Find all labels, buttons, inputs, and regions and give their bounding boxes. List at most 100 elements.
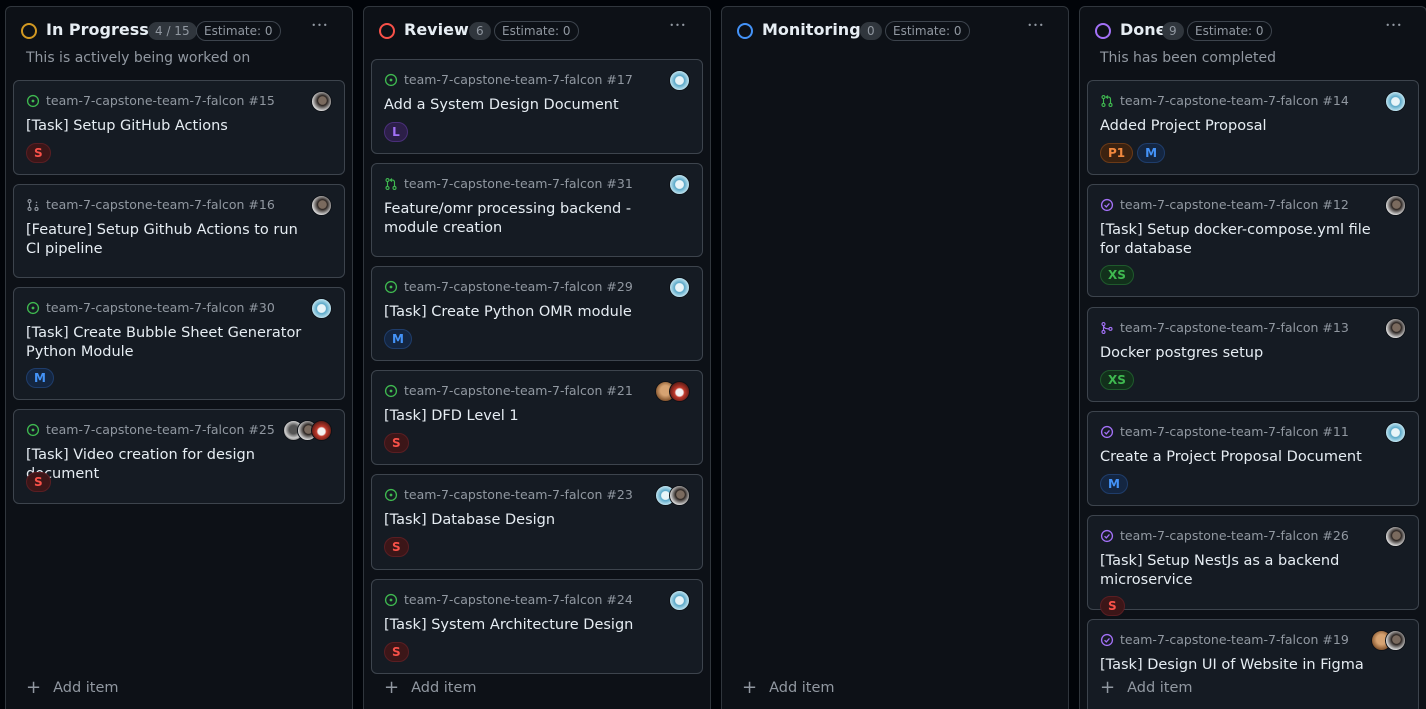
issue-card[interactable]: team-7-capstone-team-7-falcon #25 [Task] … [13, 409, 345, 504]
card-title[interactable]: Docker postgres setup [1100, 344, 1384, 363]
size-label[interactable]: XS [1100, 265, 1134, 285]
column-menu-button[interactable]: ••• [666, 17, 690, 37]
avatar[interactable] [1385, 526, 1406, 547]
card-labels: S [384, 642, 409, 662]
card-title[interactable]: [Task] Setup NestJs as a backend microse… [1100, 552, 1384, 589]
card-title[interactable]: [Task] Design UI of Website in Figma [1100, 656, 1384, 675]
issue-card[interactable]: team-7-capstone-team-7-falcon #30 [Task] … [13, 287, 345, 400]
avatar[interactable] [669, 174, 690, 195]
card-title[interactable]: Feature/omr processing backend - module … [384, 200, 668, 237]
size-label[interactable]: L [384, 122, 408, 142]
issue-card[interactable]: team-7-capstone-team-7-falcon #12 [Task] … [1087, 184, 1419, 297]
size-label[interactable]: S [26, 472, 51, 492]
issue-card[interactable]: team-7-capstone-team-7-falcon #14 Added P… [1087, 80, 1419, 175]
card-title[interactable]: [Task] Setup docker-compose.yml file for… [1100, 221, 1384, 258]
column-title: In Progress [46, 20, 149, 39]
issue-card[interactable]: team-7-capstone-team-7-falcon #16 [Featur… [13, 184, 345, 278]
card-title[interactable]: Create a Project Proposal Document [1100, 448, 1384, 467]
card-repo-number[interactable]: team-7-capstone-team-7-falcon #23 [404, 487, 633, 502]
size-label[interactable]: S [384, 537, 409, 557]
size-label[interactable]: M [384, 329, 412, 349]
column-menu-button[interactable]: ••• [1382, 17, 1406, 37]
avatar[interactable] [669, 485, 690, 506]
issue-card[interactable]: team-7-capstone-team-7-falcon #23 [Task] … [371, 474, 703, 570]
card-repo-number[interactable]: team-7-capstone-team-7-falcon #15 [46, 93, 275, 108]
card-title[interactable]: Add a System Design Document [384, 96, 668, 115]
size-label[interactable]: M [1100, 474, 1128, 494]
card-labels: S [26, 472, 51, 492]
size-label[interactable]: XS [1100, 370, 1134, 390]
size-label[interactable]: S [1100, 596, 1125, 616]
closed-issue-icon [1100, 198, 1120, 212]
card-repo-number[interactable]: team-7-capstone-team-7-falcon #17 [404, 72, 633, 87]
card-repo-number[interactable]: team-7-capstone-team-7-falcon #13 [1120, 320, 1349, 335]
column-menu-button[interactable]: ••• [308, 17, 332, 37]
card-title[interactable]: [Feature] Setup Github Actions to run CI… [26, 221, 310, 258]
card-meta: team-7-capstone-team-7-falcon #13 [1100, 320, 1349, 335]
add-item-button[interactable]: + Add item [742, 679, 835, 697]
estimate-badge: Estimate: 0 [1187, 21, 1272, 41]
assignees [1385, 91, 1406, 112]
add-item-button[interactable]: + Add item [26, 679, 119, 697]
card-repo-number[interactable]: team-7-capstone-team-7-falcon #12 [1120, 197, 1349, 212]
add-item-button[interactable]: + Add item [1100, 679, 1193, 697]
size-label[interactable]: S [384, 433, 409, 453]
card-repo-number[interactable]: team-7-capstone-team-7-falcon #24 [404, 592, 633, 607]
add-item-label: Add item [53, 680, 119, 696]
card-title[interactable]: [Task] DFD Level 1 [384, 407, 668, 426]
card-repo-number[interactable]: team-7-capstone-team-7-falcon #16 [46, 197, 275, 212]
card-repo-number[interactable]: team-7-capstone-team-7-falcon #14 [1120, 93, 1349, 108]
card-repo-number[interactable]: team-7-capstone-team-7-falcon #30 [46, 300, 275, 315]
avatar[interactable] [1385, 318, 1406, 339]
issue-card[interactable]: team-7-capstone-team-7-falcon #24 [Task] … [371, 579, 703, 674]
card-title[interactable]: [Task] System Architecture Design [384, 616, 668, 635]
issue-card[interactable]: team-7-capstone-team-7-falcon #21 [Task] … [371, 370, 703, 465]
add-item-button[interactable]: + Add item [384, 679, 477, 697]
card-repo-number[interactable]: team-7-capstone-team-7-falcon #19 [1120, 632, 1349, 647]
avatar[interactable] [1385, 630, 1406, 651]
avatar[interactable] [1385, 91, 1406, 112]
issue-card[interactable]: team-7-capstone-team-7-falcon #29 [Task] … [371, 266, 703, 361]
assignees [283, 420, 332, 441]
card-title[interactable]: [Task] Database Design [384, 511, 668, 530]
size-label[interactable]: S [26, 143, 51, 163]
avatar[interactable] [311, 298, 332, 319]
avatar[interactable] [1385, 195, 1406, 216]
size-label[interactable]: P1 [1100, 143, 1134, 163]
avatar[interactable] [311, 91, 332, 112]
card-title[interactable]: [Task] Create Python OMR module [384, 303, 668, 322]
card-title[interactable]: Added Project Proposal [1100, 117, 1384, 136]
card-meta: team-7-capstone-team-7-falcon #24 [384, 592, 633, 607]
avatar[interactable] [669, 70, 690, 91]
card-repo-number[interactable]: team-7-capstone-team-7-falcon #26 [1120, 528, 1349, 543]
avatar[interactable] [1385, 422, 1406, 443]
size-label[interactable]: M [26, 368, 54, 388]
card-labels: S [1100, 596, 1125, 616]
card-repo-number[interactable]: team-7-capstone-team-7-falcon #31 [404, 176, 633, 191]
card-repo-number[interactable]: team-7-capstone-team-7-falcon #25 [46, 422, 275, 437]
avatar[interactable] [311, 195, 332, 216]
avatar[interactable] [311, 420, 332, 441]
card-repo-number[interactable]: team-7-capstone-team-7-falcon #11 [1120, 424, 1349, 439]
avatar[interactable] [669, 381, 690, 402]
issue-card[interactable]: team-7-capstone-team-7-falcon #13 Docker … [1087, 307, 1419, 402]
avatar[interactable] [669, 590, 690, 611]
card-repo-number[interactable]: team-7-capstone-team-7-falcon #21 [404, 383, 633, 398]
size-label[interactable]: M [1137, 143, 1166, 163]
card-labels: S [384, 433, 409, 453]
card-title[interactable]: [Task] Setup GitHub Actions [26, 117, 310, 136]
assignees [1371, 630, 1406, 651]
assignees [1385, 318, 1406, 339]
avatar[interactable] [669, 277, 690, 298]
issue-card[interactable]: team-7-capstone-team-7-falcon #26 [Task] … [1087, 515, 1419, 616]
issue-card[interactable]: team-7-capstone-team-7-falcon #31 Feature… [371, 163, 703, 257]
size-label[interactable]: S [384, 642, 409, 662]
issue-card[interactable]: team-7-capstone-team-7-falcon #11 Create … [1087, 411, 1419, 506]
column-menu-button[interactable]: ••• [1024, 17, 1048, 37]
issue-card[interactable]: team-7-capstone-team-7-falcon #17 Add a S… [371, 59, 703, 154]
card-repo-number[interactable]: team-7-capstone-team-7-falcon #29 [404, 279, 633, 294]
card-title[interactable]: [Task] Video creation for design documen… [26, 446, 310, 483]
card-meta: team-7-capstone-team-7-falcon #31 [384, 176, 633, 191]
issue-card[interactable]: team-7-capstone-team-7-falcon #15 [Task] … [13, 80, 345, 175]
card-title[interactable]: [Task] Create Bubble Sheet Generator Pyt… [26, 324, 310, 361]
